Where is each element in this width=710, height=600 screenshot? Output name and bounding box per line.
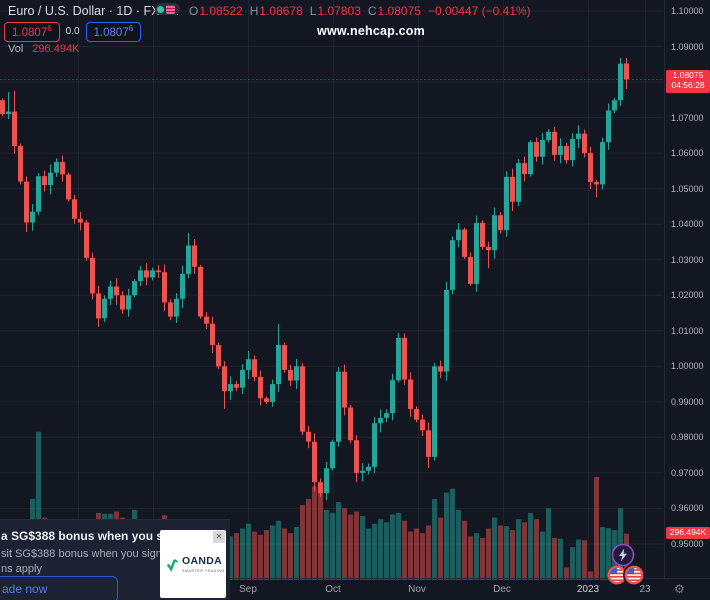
price-tick-label: 1.03000	[671, 255, 704, 265]
price-tick-label: 0.96000	[671, 503, 704, 513]
price-tick-label: 0.98000	[671, 432, 704, 442]
time-tick-label: Oct	[325, 584, 341, 595]
price-tick-label: 1.05000	[671, 184, 704, 194]
volume-readout: Vol 296.494K	[8, 43, 79, 55]
us-flag-pair-icon	[604, 562, 648, 588]
price-tick-label: 0.97000	[671, 468, 704, 478]
price-tick-label: 1.02000	[671, 290, 704, 300]
watermark: www.nehcap.com	[317, 24, 425, 38]
volume-label: Vol	[8, 43, 23, 55]
ad-popup[interactable]: a SG$388 bonus when you sign up. sit SG$…	[0, 519, 230, 600]
price-tick-label: 1.07000	[671, 113, 704, 123]
spread-value: 0.0	[66, 26, 80, 37]
ad-cta-button[interactable]: ade now	[0, 576, 118, 600]
time-tick-label: Dec	[493, 584, 511, 595]
price-tick-label: 1.00000	[671, 361, 704, 371]
ohlc-readout: O1.08522 H1.08678 L1.07803 C1.08075 −0.0…	[189, 4, 531, 18]
price-tick-label: 1.06000	[671, 148, 704, 158]
chart-window: www.nehcap.com Euro / U.S. Dollar · 1D ·…	[0, 0, 710, 600]
volume-value: 296.494K	[32, 43, 79, 55]
trade-buttons: 1.08076 0.0 1.08076	[4, 22, 141, 42]
price-tick-label: 1.09000	[671, 42, 704, 52]
oanda-wordmark: OANDA	[182, 556, 225, 567]
last-volume-badge: 296.494K	[666, 527, 710, 539]
bar-countdown: 04:56:28	[666, 81, 710, 91]
oanda-tagline: SMARTER TRADING	[182, 569, 225, 573]
price-tick-label: 0.95000	[671, 539, 704, 549]
price-tick-label: 1.01000	[671, 326, 704, 336]
ohlc-high: H1.08678	[250, 4, 303, 18]
market-open-dot-icon	[157, 6, 164, 13]
time-tick-label: 2023	[577, 584, 599, 595]
ad-close-button[interactable]: ✕	[213, 531, 225, 543]
sell-button[interactable]: 1.08076	[4, 22, 60, 42]
last-price-badge: 1.08075 04:56:28	[666, 70, 710, 93]
ad-terms: ns apply	[1, 563, 42, 575]
ohlc-open: O1.08522	[189, 4, 243, 18]
list-toggle-icon	[166, 5, 175, 14]
buy-button[interactable]: 1.08076	[86, 22, 142, 42]
market-status-toggle[interactable]	[155, 3, 180, 15]
price-tick-label: 1.10000	[671, 6, 704, 16]
economic-event-flags[interactable]	[604, 562, 648, 593]
time-tick-label: Sep	[239, 584, 257, 595]
oanda-check-icon	[165, 556, 180, 572]
symbol-title[interactable]: Euro / U.S. Dollar · 1D · FXCM	[8, 4, 179, 18]
ohlc-close: C1.08075	[368, 4, 421, 18]
time-tick-label: Nov	[408, 584, 426, 595]
oanda-logo: OANDA SMARTER TRADING	[165, 556, 225, 573]
price-tick-label: 1.04000	[671, 219, 704, 229]
candlestick-chart-canvas[interactable]	[0, 0, 710, 600]
axis-settings-gear-icon[interactable]: ⚙	[674, 582, 685, 596]
ad-brand-card[interactable]: ✕ OANDA SMARTER TRADING	[160, 530, 226, 598]
price-tick-label: 0.99000	[671, 397, 704, 407]
ohlc-change: −0.00447 (−0.41%)	[428, 4, 531, 18]
ad-body: sit SG$388 bonus when you sign up.	[1, 548, 180, 560]
ohlc-low: L1.07803	[310, 4, 361, 18]
